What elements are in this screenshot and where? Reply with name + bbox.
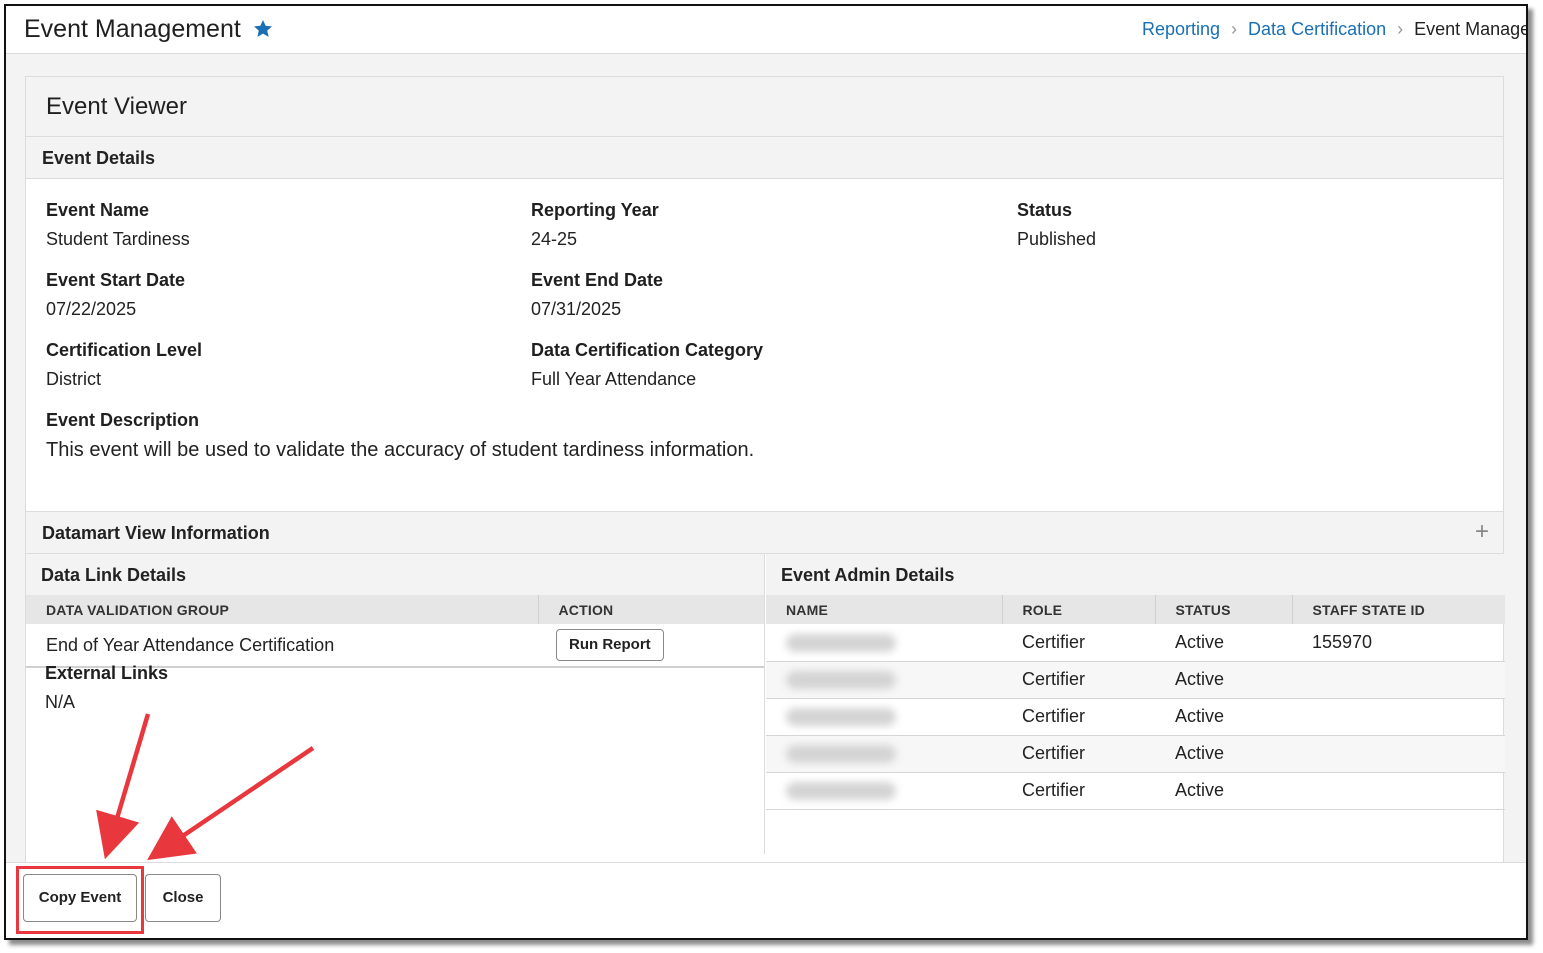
field-label: Data Certification Category bbox=[531, 340, 764, 360]
external-links: External Links N/A bbox=[45, 663, 168, 713]
event-details-header: Event Details bbox=[26, 137, 1503, 179]
name-cell bbox=[766, 698, 1002, 736]
name-cell bbox=[766, 624, 1002, 662]
field-event-description: Event Description This event will be use… bbox=[46, 410, 754, 462]
plus-icon[interactable]: + bbox=[1475, 520, 1489, 544]
status-cell: Active bbox=[1155, 772, 1292, 810]
breadcrumb-current: Event Managen bbox=[1414, 19, 1528, 39]
status-cell: Active bbox=[1155, 661, 1292, 699]
field-label: Event Name bbox=[46, 200, 150, 220]
staff-id-cell bbox=[1292, 735, 1505, 773]
role-cell: Certifier bbox=[1002, 624, 1155, 662]
column-header: STAFF STATE ID bbox=[1292, 595, 1505, 624]
role-cell: Certifier bbox=[1002, 661, 1155, 699]
field-value: Published bbox=[1017, 229, 1097, 249]
column-header: STATUS bbox=[1155, 595, 1293, 624]
data-link-details-header: Data Link Details bbox=[26, 554, 764, 595]
staff-id-cell: 155970 bbox=[1292, 624, 1505, 662]
action-bar: Copy Event Close bbox=[6, 862, 1526, 938]
star-icon[interactable] bbox=[252, 18, 274, 40]
validation-group-cell: End of Year Attendance Certification bbox=[26, 624, 538, 668]
external-links-label: External Links bbox=[45, 663, 169, 683]
table-row: Certifier Active bbox=[766, 772, 1505, 810]
staff-id-cell bbox=[1292, 772, 1505, 810]
redacted-name bbox=[786, 671, 896, 690]
chevron-right-icon: › bbox=[1397, 19, 1404, 39]
field-value: This event will be used to validate the … bbox=[46, 439, 755, 461]
redacted-name bbox=[786, 782, 896, 801]
action-cell: Run Report bbox=[538, 624, 764, 668]
table-row: Certifier Active 155970 bbox=[766, 624, 1505, 662]
field-value: 24-25 bbox=[531, 229, 578, 249]
table-row: Certifier Active bbox=[766, 735, 1505, 773]
role-cell: Certifier bbox=[1002, 698, 1155, 736]
field-value: District bbox=[46, 369, 101, 389]
event-details-body: Event Name Student Tardiness Reporting Y… bbox=[26, 179, 1503, 512]
field-event-name: Event Name Student Tardiness bbox=[46, 200, 190, 250]
field-label: Certification Level bbox=[46, 340, 203, 360]
chevron-right-icon: › bbox=[1231, 19, 1238, 39]
field-data-certification-category: Data Certification Category Full Year At… bbox=[531, 340, 763, 390]
event-admin-details: Event Admin Details NAME ROLE STATUS STA… bbox=[766, 554, 1505, 854]
column-header: DATA VALIDATION GROUP bbox=[26, 595, 539, 624]
copy-event-button[interactable]: Copy Event bbox=[23, 874, 137, 922]
redacted-name bbox=[786, 745, 896, 764]
field-label: Event End Date bbox=[531, 270, 664, 290]
field-event-start-date: Event Start Date 07/22/2025 bbox=[46, 270, 185, 320]
field-label: Status bbox=[1017, 200, 1073, 220]
name-cell bbox=[766, 772, 1002, 810]
event-admin-details-header: Event Admin Details bbox=[766, 554, 1505, 595]
run-report-button[interactable]: Run Report bbox=[556, 629, 664, 661]
name-cell bbox=[766, 661, 1002, 699]
field-certification-level: Certification Level District bbox=[46, 340, 202, 390]
table-row: End of Year Attendance Certification Run… bbox=[26, 624, 764, 668]
status-cell: Active bbox=[1155, 735, 1292, 773]
breadcrumb-data-certification[interactable]: Data Certification bbox=[1248, 19, 1386, 39]
lower-section: Data Link Details DATA VALIDATION GROUP … bbox=[26, 554, 1505, 854]
field-value: Student Tardiness bbox=[46, 229, 190, 249]
table-row: Certifier Active bbox=[766, 698, 1505, 736]
external-links-value: N/A bbox=[45, 692, 76, 712]
top-header: Event Management Reporting › Data Certific… bbox=[6, 6, 1526, 54]
data-link-table: DATA VALIDATION GROUP ACTION End of Year… bbox=[26, 595, 764, 668]
field-event-end-date: Event End Date 07/31/2025 bbox=[531, 270, 663, 320]
redacted-name bbox=[786, 708, 896, 727]
field-label: Event Start Date bbox=[46, 270, 186, 290]
field-status: Status Published bbox=[1017, 200, 1096, 250]
status-cell: Active bbox=[1155, 698, 1292, 736]
event-admin-table: NAME ROLE STATUS STAFF STATE ID Certifie… bbox=[766, 595, 1505, 810]
breadcrumb: Reporting › Data Certification › Event Manag… bbox=[1142, 19, 1528, 40]
breadcrumb-reporting[interactable]: Reporting bbox=[1142, 19, 1220, 39]
close-button[interactable]: Close bbox=[145, 874, 221, 922]
role-cell: Certifier bbox=[1002, 772, 1155, 810]
column-header: ACTION bbox=[538, 595, 764, 624]
field-reporting-year: Reporting Year 24-25 bbox=[531, 200, 659, 250]
field-label: Event Description bbox=[46, 410, 200, 430]
column-header: NAME bbox=[766, 595, 1003, 624]
page-title: Event Management bbox=[24, 15, 241, 43]
table-row: Certifier Active bbox=[766, 661, 1505, 699]
name-cell bbox=[766, 735, 1002, 773]
datamart-view-header[interactable]: Datamart View Information + bbox=[26, 512, 1503, 554]
panel-title: Event Viewer bbox=[26, 77, 1503, 137]
column-header: ROLE bbox=[1002, 595, 1156, 624]
app-window: Event Management Reporting › Data Certific… bbox=[4, 4, 1528, 940]
field-value: 07/31/2025 bbox=[531, 299, 622, 319]
field-value: 07/22/2025 bbox=[46, 299, 137, 319]
redacted-name bbox=[786, 634, 896, 652]
field-value: Full Year Attendance bbox=[531, 369, 697, 389]
staff-id-cell bbox=[1292, 661, 1505, 699]
event-viewer-panel: Event Viewer Event Details Event Name St… bbox=[25, 76, 1505, 876]
role-cell: Certifier bbox=[1002, 735, 1155, 773]
status-cell: Active bbox=[1155, 624, 1292, 662]
field-label: Reporting Year bbox=[531, 200, 659, 220]
staff-id-cell bbox=[1292, 698, 1505, 736]
datamart-view-title: Datamart View Information bbox=[42, 523, 270, 543]
data-link-details: Data Link Details DATA VALIDATION GROUP … bbox=[26, 554, 765, 854]
